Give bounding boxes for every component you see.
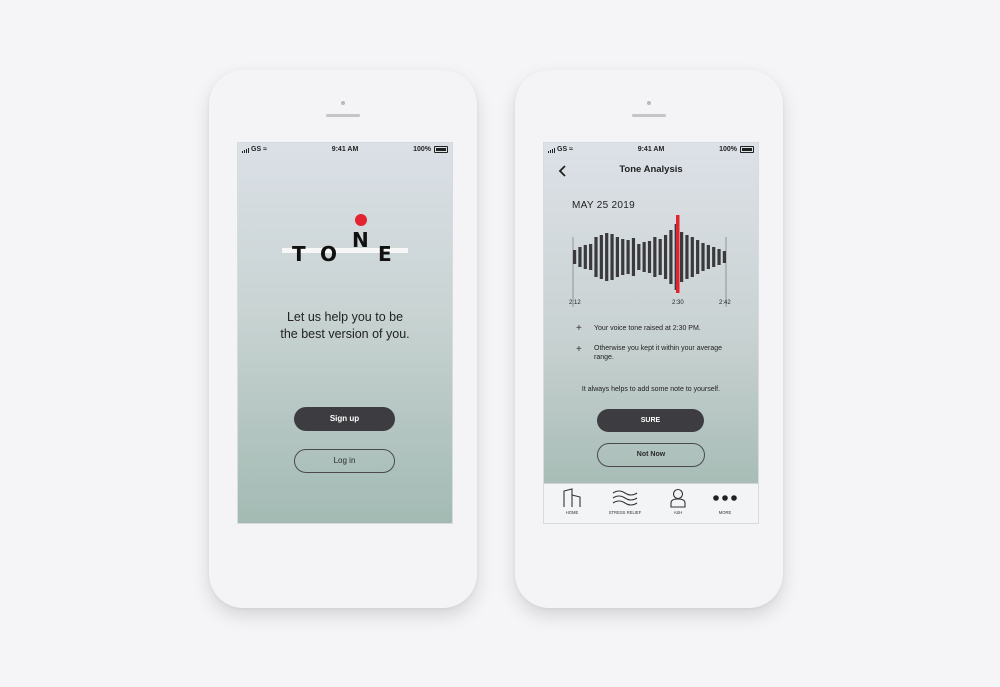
person-icon xyxy=(670,488,686,508)
waveform-bar xyxy=(642,242,646,272)
waveform-bar xyxy=(615,237,619,277)
tab-label: ASH xyxy=(673,510,683,515)
battery-icon xyxy=(740,146,754,153)
waveform-bar xyxy=(706,245,710,269)
earpiece-speaker xyxy=(632,114,666,117)
plus-icon: + xyxy=(576,344,582,355)
tone-analysis-screen: GS ≈ 9:41 AM 100% Tone Analysis MAY 25 2… xyxy=(543,142,759,524)
waveform-bar xyxy=(573,250,577,264)
waveform-bar xyxy=(599,235,603,279)
waveform-bar xyxy=(653,237,657,277)
plus-icon: + xyxy=(576,323,582,334)
waveform-bar xyxy=(605,233,609,281)
waveform-bar xyxy=(637,244,641,270)
waveform-bar xyxy=(663,235,668,279)
front-camera xyxy=(647,101,651,105)
waveform-marker-time: 2:30 xyxy=(672,300,684,306)
waveform-bar xyxy=(680,232,684,282)
waves-icon xyxy=(612,490,638,506)
voice-waveform xyxy=(572,215,727,307)
battery-percent: 100% xyxy=(719,146,737,153)
waveform-bar xyxy=(658,239,662,275)
tagline: Let us help you to be the best version o… xyxy=(238,309,452,343)
waveform-bar xyxy=(669,230,673,284)
earpiece-speaker xyxy=(326,114,360,117)
more-icon xyxy=(713,495,737,501)
not-now-button[interactable]: Not Now xyxy=(597,443,705,467)
svg-text:N: N xyxy=(352,228,369,252)
waveform-bar xyxy=(631,238,636,276)
waveform-bar xyxy=(696,240,700,274)
waveform-bar xyxy=(717,249,721,265)
waveform-bar xyxy=(578,247,582,267)
waveform-bar xyxy=(594,237,598,277)
waveform-bar xyxy=(712,247,716,267)
signup-button[interactable]: Sign up xyxy=(294,407,395,431)
battery-percent: 100% xyxy=(413,146,431,153)
svg-text:O: O xyxy=(320,242,337,265)
waveform-bar xyxy=(626,240,630,274)
note-item: Your voice tone raised at 2:30 PM. xyxy=(594,325,701,332)
page-title: Tone Analysis xyxy=(619,164,683,175)
tab-label: STRESS RELIEF xyxy=(608,510,642,515)
tab-ash[interactable]: ASH xyxy=(656,488,700,515)
waveform-bar xyxy=(701,243,705,271)
svg-text:T: T xyxy=(292,242,306,265)
sure-button[interactable]: SURE xyxy=(597,409,704,432)
tab-label: MORE xyxy=(718,510,732,515)
status-bar: GS ≈ 9:41 AM 100% xyxy=(544,143,758,157)
phone-right: GS ≈ 9:41 AM 100% Tone Analysis MAY 25 2… xyxy=(515,70,783,608)
tab-more[interactable]: MORE xyxy=(703,488,747,515)
waveform-bar xyxy=(610,234,614,280)
battery-icon xyxy=(434,146,448,153)
status-bar: GS ≈ 9:41 AM 100% xyxy=(238,143,452,157)
home-icon xyxy=(563,488,581,507)
tab-label: HOME xyxy=(565,510,579,515)
tagline-line-1: Let us help you to be xyxy=(286,310,404,324)
tagline-line-2: the best version of you. xyxy=(280,327,410,341)
svg-text:E: E xyxy=(378,242,392,265)
waveform-bar xyxy=(647,241,652,273)
note-item: Otherwise you kept it within your averag… xyxy=(594,345,723,361)
waveform-bar xyxy=(589,244,593,270)
note-prompt: It always helps to add some note to your… xyxy=(581,386,721,393)
waveform-end-time: 2:42 xyxy=(719,300,731,306)
phone-left: GS ≈ 9:41 AM 100% T O N E Let us help yo… xyxy=(209,70,477,608)
front-camera xyxy=(341,101,345,105)
waveform-bar xyxy=(722,251,726,263)
tab-home[interactable]: HOME xyxy=(550,488,594,515)
waveform-bar xyxy=(685,235,689,279)
waveform-bar xyxy=(621,239,625,275)
tab-stress-relief[interactable]: STRESS RELIEF xyxy=(603,488,647,515)
welcome-screen: GS ≈ 9:41 AM 100% T O N E Let us help yo… xyxy=(237,142,453,524)
waveform-start-time: 2:12 xyxy=(569,300,581,306)
login-button[interactable]: Log in xyxy=(294,449,395,473)
waveform-bar xyxy=(583,245,587,269)
waveform-bar xyxy=(690,237,694,277)
bottom-tab-bar: HOME STRESS RELIEF ASH MORE xyxy=(544,483,758,523)
tone-logo: T O N E xyxy=(278,203,413,266)
tone-peak-marker xyxy=(676,215,680,293)
